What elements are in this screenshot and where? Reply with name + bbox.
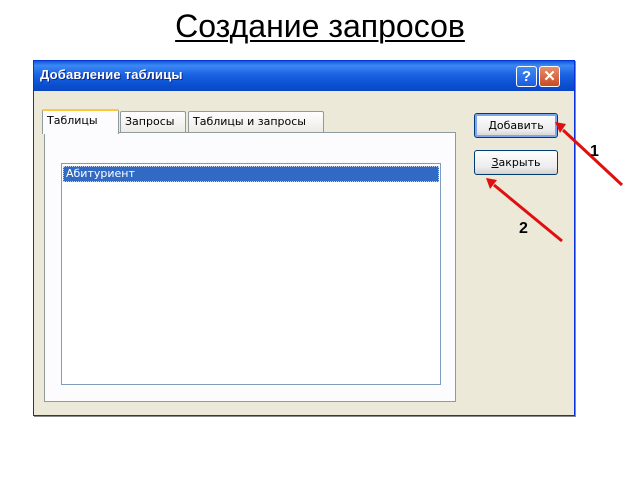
- tab-queries[interactable]: Запросы: [120, 111, 186, 132]
- tab-panel: Абитуриент: [44, 132, 456, 402]
- slide-title: Создание запросов: [175, 8, 465, 44]
- add-button-label-rest: обавить: [496, 119, 544, 132]
- close-button-label-rest: акрыть: [498, 156, 541, 169]
- help-button[interactable]: ?: [516, 66, 537, 87]
- list-item[interactable]: Абитуриент: [63, 166, 439, 182]
- callout-2: 2: [519, 220, 528, 237]
- close-button-mnemonic: З: [491, 156, 499, 169]
- dialog-titlebar[interactable]: Добавление таблицы ? ✕: [34, 61, 574, 91]
- tab-tables[interactable]: Таблицы: [42, 109, 119, 134]
- tab-tables-and-queries[interactable]: Таблицы и запросы: [188, 111, 324, 132]
- callout-1: 1: [590, 143, 599, 160]
- help-icon: ?: [521, 68, 532, 85]
- add-table-dialog: Добавление таблицы ? ✕ Абитуриент Таблиц…: [33, 60, 575, 416]
- close-icon: ✕: [543, 68, 556, 85]
- add-button-mnemonic: Д: [488, 119, 497, 132]
- add-button[interactable]: Добавить: [474, 113, 558, 138]
- close-button[interactable]: Закрыть: [474, 150, 558, 175]
- close-window-button[interactable]: ✕: [539, 66, 560, 87]
- tables-listbox[interactable]: Абитуриент: [61, 163, 441, 385]
- dialog-title: Добавление таблицы: [40, 67, 183, 82]
